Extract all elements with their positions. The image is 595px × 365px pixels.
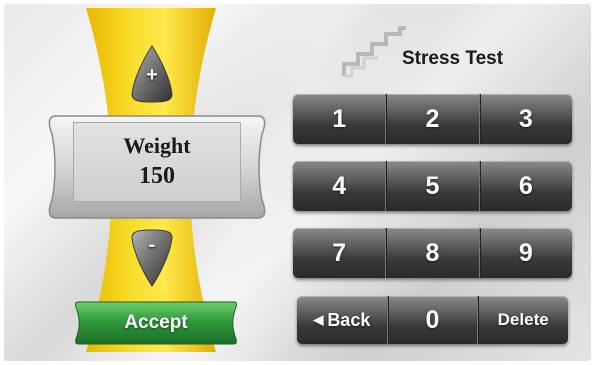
back-button[interactable]: ◀ Back (297, 296, 387, 344)
key-7[interactable]: 7 (293, 228, 385, 278)
keypad-row-3: 7 8 9 (293, 228, 572, 278)
key-4[interactable]: 4 (293, 161, 385, 211)
weight-value: 150 (139, 163, 175, 189)
weight-display: Weight 150 (73, 122, 241, 202)
key-8[interactable]: 8 (385, 228, 478, 278)
key-0[interactable]: 0 (386, 296, 478, 344)
key-1[interactable]: 1 (293, 94, 385, 144)
key-9[interactable]: 9 (478, 228, 572, 278)
key-5[interactable]: 5 (385, 161, 478, 211)
key-6[interactable]: 6 (478, 161, 572, 211)
accept-button[interactable]: Accept (74, 300, 238, 346)
keypad-row-1: 1 2 3 (293, 94, 572, 144)
stairs-icon (342, 26, 406, 78)
page-title: Stress Test (402, 48, 504, 69)
left-triangle-icon: ◀ (313, 312, 324, 327)
weight-label: Weight (123, 133, 191, 158)
minus-symbol: - (148, 234, 156, 256)
key-3[interactable]: 3 (478, 94, 572, 144)
increase-weight-button[interactable]: + (130, 44, 174, 104)
delete-button[interactable]: Delete (477, 296, 568, 344)
decrease-weight-button[interactable]: - (130, 228, 174, 288)
back-label: Back (327, 309, 371, 330)
key-2[interactable]: 2 (385, 94, 478, 144)
stress-test-screen: + Weight 150 - Accept Stress Test 1 2 3 … (4, 4, 591, 361)
keypad-row-4: ◀ Back 0 Delete (297, 296, 568, 344)
keypad-row-2: 4 5 6 (293, 161, 572, 211)
plus-symbol: + (146, 64, 158, 86)
accept-label: Accept (124, 312, 188, 333)
